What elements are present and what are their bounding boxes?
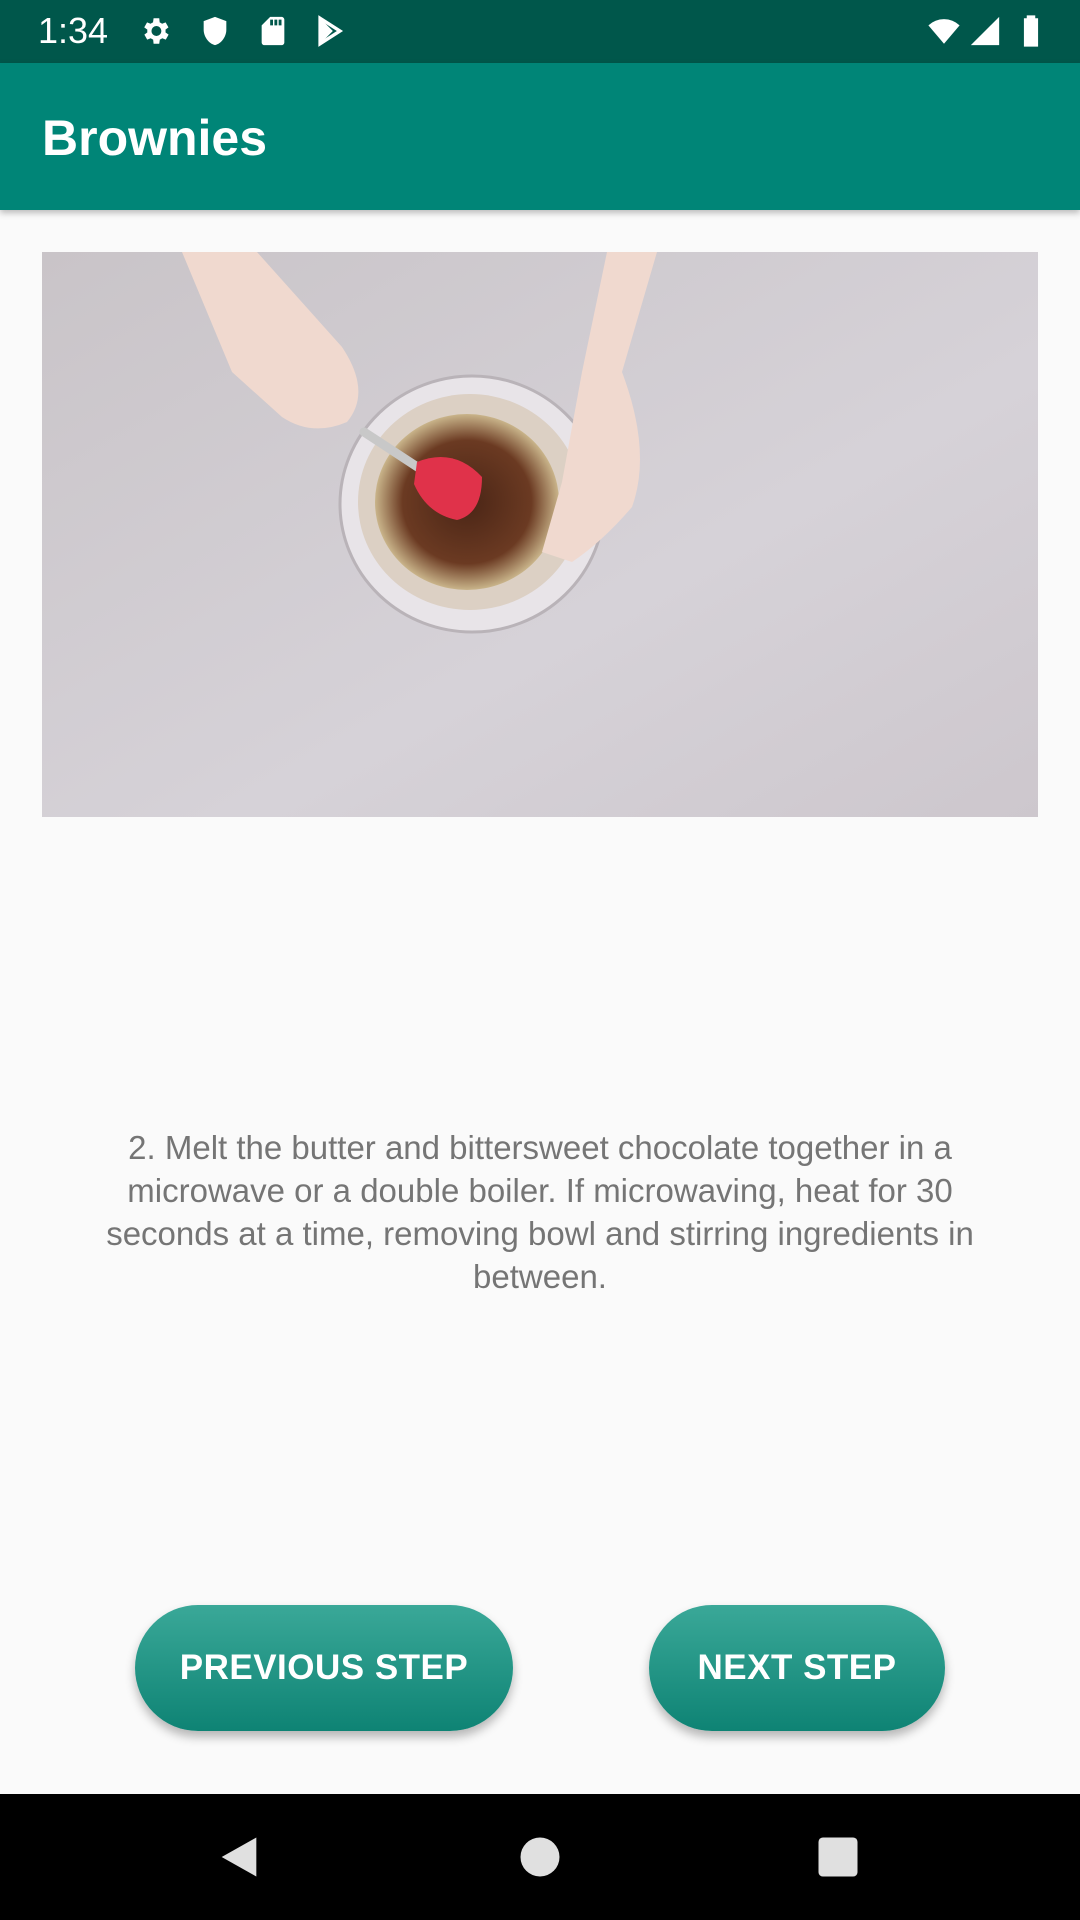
back-icon[interactable] xyxy=(213,1831,265,1883)
home-icon[interactable] xyxy=(514,1831,566,1883)
shield-icon xyxy=(203,16,227,46)
wifi-icon xyxy=(928,19,960,44)
status-bar: 1:34 xyxy=(0,0,1080,63)
app-bar: Brownies xyxy=(0,63,1080,210)
previous-step-button[interactable]: PREVIOUS STEP xyxy=(135,1605,513,1731)
battery-icon xyxy=(1023,15,1039,47)
navigation-bar xyxy=(0,1794,1080,1920)
step-description: 2. Melt the butter and bittersweet choco… xyxy=(106,1129,974,1295)
recents-icon[interactable] xyxy=(812,1831,864,1883)
play-store-icon xyxy=(318,15,344,47)
step-video[interactable] xyxy=(42,252,1038,817)
signal-icon xyxy=(970,16,1000,46)
video-thumbnail-image xyxy=(42,252,1038,817)
sd-card-icon xyxy=(261,16,285,46)
status-time: 1:34 xyxy=(38,10,109,51)
next-step-button[interactable]: NEXT STEP xyxy=(649,1605,945,1731)
page-title: Brownies xyxy=(42,110,268,166)
settings-icon xyxy=(144,18,169,44)
